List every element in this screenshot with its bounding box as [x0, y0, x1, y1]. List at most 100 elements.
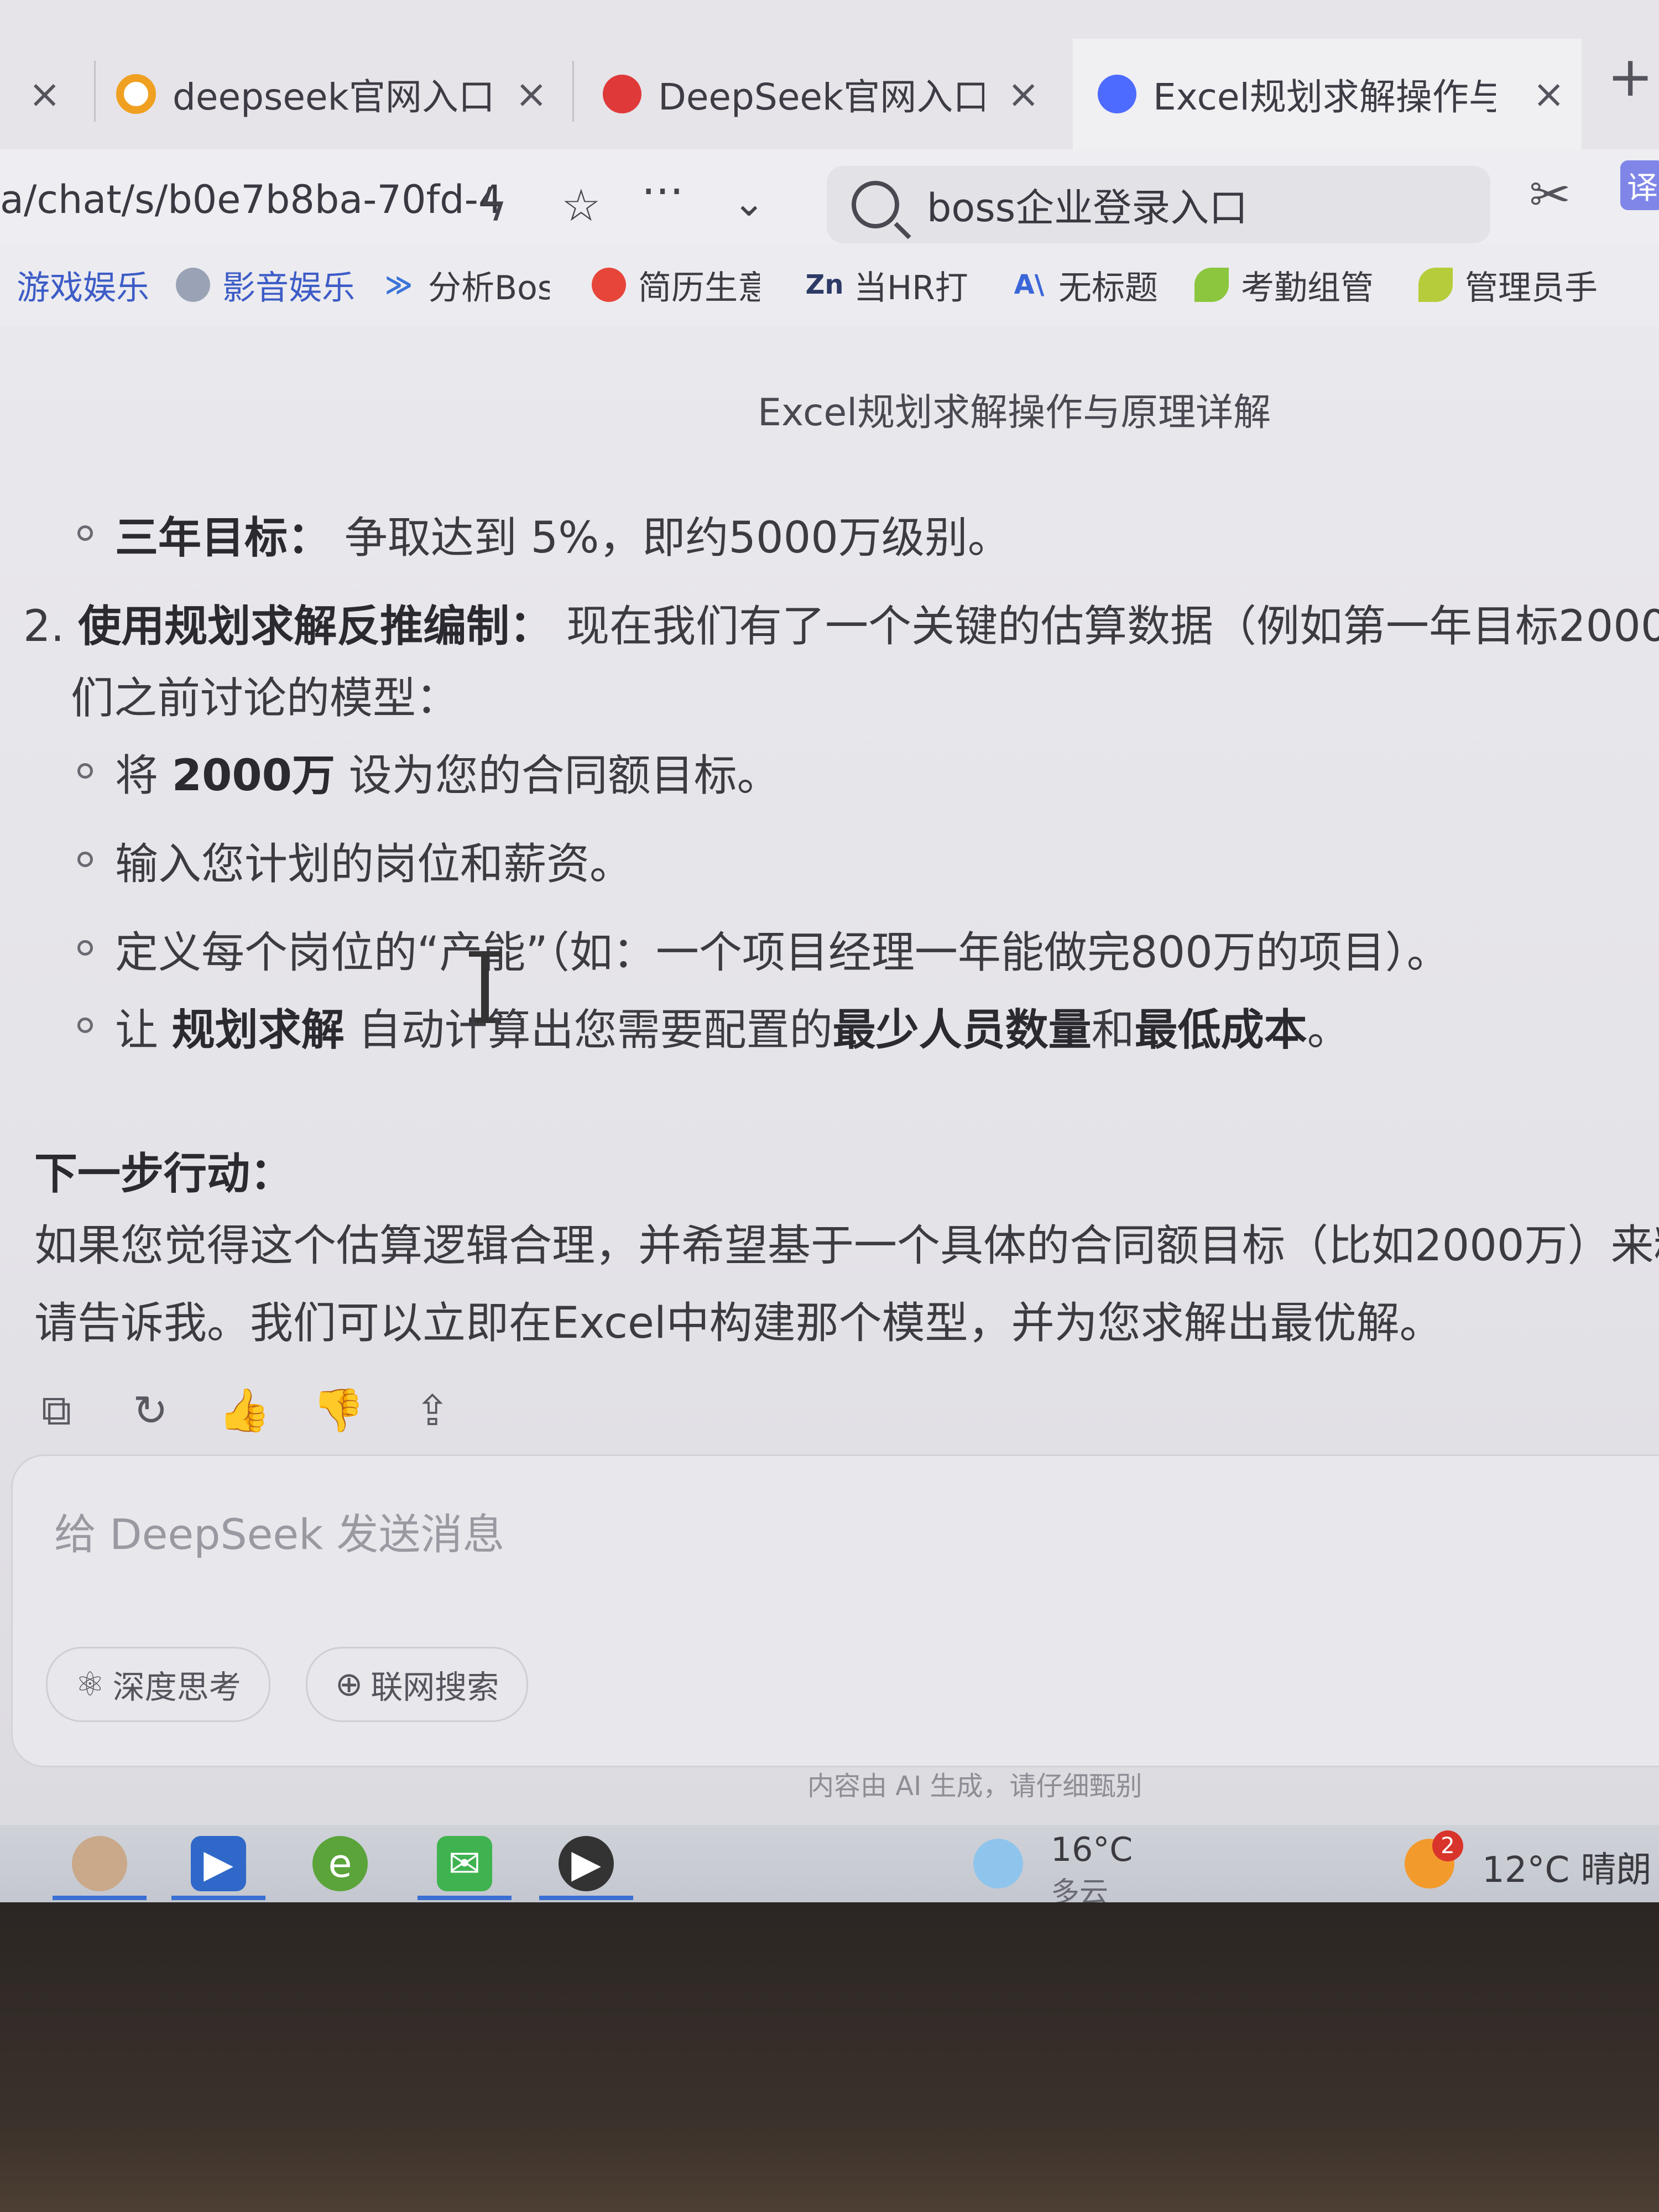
search-box[interactable]: boss企业登录入口 [827, 166, 1490, 243]
tab-title: Excel规划求解操作与 [1153, 76, 1496, 118]
bookmark-label: 分析Bos [428, 268, 550, 307]
bookmark-item[interactable]: 影音娱乐 [176, 254, 355, 315]
media-player-app-icon[interactable]: ▶ [191, 1836, 246, 1891]
more-icon[interactable]: ··· [641, 166, 684, 217]
bookmark-label: 管理员手 [1465, 268, 1598, 307]
heading-text: 下一步行动： [34, 1149, 294, 1199]
tab-excel-solver[interactable]: Excel规划求解操作与 × [1073, 39, 1582, 149]
chevrons-icon: ≫ [384, 269, 413, 300]
taskbar-active-indicator [539, 1896, 633, 1900]
chat-content: Excel规划求解操作与原理详解 三年目标： 争取达到 5%，即约5000万级别… [0, 326, 1659, 1830]
red-favicon-icon [603, 75, 641, 113]
tab-title: deepseek官网入口网 [173, 76, 493, 118]
tab-close-icon[interactable]: × [515, 71, 547, 117]
bullet-text: 和 [1091, 1005, 1135, 1055]
bullet-text: 将 [115, 751, 172, 801]
regenerate-icon[interactable]: ↻ [128, 1386, 173, 1435]
web-search-label: 联网搜索 [371, 1668, 499, 1706]
three-year-goal-line: 三年目标： 争取达到 5%，即约5000万级别。 [115, 503, 1011, 565]
share-icon[interactable]: ⇪ [410, 1386, 455, 1435]
bullet-bold: 最少人员数量 [832, 1005, 1092, 1055]
tab-close-icon[interactable]: × [1007, 71, 1040, 117]
video-player-app-icon[interactable]: ▶ [559, 1836, 614, 1891]
avatar-app-icon[interactable] [72, 1836, 127, 1891]
wechat-app-icon[interactable]: ✉ [437, 1836, 492, 1891]
globe-icon: ⊕ [335, 1665, 363, 1704]
bookmark-item[interactable]: 简历生意 [592, 254, 760, 315]
atom-icon: ⚛ [75, 1665, 105, 1704]
deep-think-button[interactable]: ⚛ 深度思考 [46, 1647, 270, 1722]
weather-temperature: 16°C [1051, 1830, 1133, 1869]
search-engine-favicon-icon [116, 74, 156, 114]
bullet-item: 让 规划求解 自动计算出您需要配置的最少人员数量和最低成本。 [115, 995, 1350, 1057]
notification-badge: 2 [1432, 1830, 1463, 1861]
search-icon [852, 181, 899, 228]
taskbar-active-indicator [171, 1896, 265, 1900]
deepseek-whale-icon [1098, 75, 1136, 113]
message-composer[interactable]: 给 DeepSeek 发送消息 ⚛ 深度思考 ⊕ 联网搜索 [11, 1454, 1659, 1767]
scissors-icon[interactable]: ✂ [1529, 166, 1571, 224]
leaf-icon [1418, 268, 1453, 302]
bookmark-item[interactable]: A\ 无标题 [1012, 254, 1158, 315]
bullet-item: 输入您计划的岗位和薪资。 [115, 839, 633, 889]
bullet-text: 让 [115, 1005, 172, 1055]
step2-text: 现在我们有了一个关键的估算数据（例如第一年目标2000万 [552, 602, 1659, 651]
tab-close-icon[interactable]: × [1532, 71, 1565, 117]
weibo-icon [592, 268, 626, 302]
bullet-circle [77, 852, 93, 867]
tab-deepseek-official[interactable]: DeepSeek官网入口网 × [603, 39, 1040, 149]
bullet-bold: 最低成本 [1134, 1005, 1307, 1055]
translate-icon[interactable]: 译 [1620, 160, 1659, 210]
weather-widget[interactable]: 16°C 多云 [1051, 1830, 1133, 1911]
taskbar: ▶ e ✉ ▶ 16°C 多云 2 12°C 晴朗 [0, 1825, 1659, 1910]
bullet-text: 。 [1307, 1005, 1350, 1055]
tab-separator [572, 61, 574, 122]
weather-summary: 12°C 晴朗 [1482, 1850, 1652, 1891]
step2-line: 2. 使用规划求解反推编制： 现在我们有了一个关键的估算数据（例如第一年目标20… [23, 592, 1659, 654]
tab-separator [94, 61, 96, 122]
monitor-bezel [0, 1902, 1659, 2212]
search-query: boss企业登录入口 [927, 185, 1248, 231]
bookmark-label: 当HR打 [854, 268, 968, 307]
ie-browser-app-icon[interactable]: e [312, 1836, 368, 1891]
bookmark-label: 简历生意 [638, 268, 760, 307]
deep-think-label: 深度思考 [112, 1668, 241, 1706]
chevron-down-icon[interactable]: ⌄ [733, 180, 765, 225]
tab-close-icon[interactable]: × [28, 71, 61, 117]
tab-title: DeepSeek官网入口网 [658, 76, 984, 118]
tab-partial[interactable]: × [0, 39, 72, 149]
bookmark-item[interactable]: 考勤组管 [1194, 254, 1374, 315]
bullet-circle [77, 940, 93, 956]
ai-disclaimer: 内容由 AI 生成，请仔细甄别 [807, 1771, 1142, 1802]
bullet-circle [77, 525, 93, 541]
url-field[interactable]: a/chat/s/b0e7b8ba-70fd-4 [0, 177, 503, 222]
three-year-text: 争取达到 5%，即约5000万级别。 [331, 513, 1011, 563]
lightning-icon[interactable]: ϟ [478, 180, 508, 231]
tab-bar: × deepseek官网入口网 × DeepSeek官网入口网 × Excel规… [0, 0, 1659, 150]
bullet-bold: 2000万 [171, 751, 335, 801]
copy-icon[interactable]: ⧉ [34, 1385, 79, 1434]
globe-icon [176, 268, 210, 302]
next-step-paragraph-2: 请告诉我。我们可以立即在Excel中构建那个模型，并为您求解出最优解。 [34, 1298, 1443, 1348]
bookmark-item[interactable]: 游戏娱乐 [0, 254, 149, 315]
bookmark-item[interactable]: ≫ 分析Bos [382, 254, 550, 315]
bookmarks-bar: 游戏娱乐 影音娱乐 ≫ 分析Bos 简历生意 Zn 当HR打 A\ 无标题 考勤… [0, 243, 1659, 328]
ai-logo-icon: A\ [1014, 269, 1045, 300]
star-icon[interactable]: ☆ [561, 180, 601, 231]
weather-widget-2[interactable]: 12°C 晴朗 [1482, 1841, 1651, 1892]
thumbs-down-icon[interactable]: 👎 [312, 1385, 365, 1434]
web-search-button[interactable]: ⊕ 联网搜索 [306, 1647, 529, 1722]
tab-deepseek-search[interactable]: deepseek官网入口网 × [116, 39, 547, 149]
new-tab-button[interactable]: + [1607, 44, 1653, 109]
thumbs-up-icon[interactable]: 👍 [218, 1385, 271, 1434]
bullet-item: 将 2000万 设为您的合同额目标。 [115, 741, 780, 803]
zn-logo-icon: Zn [805, 269, 844, 300]
bullet-text: 自动计算出您需要配置的 [344, 1005, 833, 1055]
bookmark-item[interactable]: 管理员手 [1418, 254, 1598, 315]
bookmark-item[interactable]: Zn 当HR打 [805, 254, 970, 315]
bookmark-label: 影音娱乐 [222, 268, 355, 307]
bullet-circle [77, 763, 93, 779]
bookmark-label: 考勤组管 [1241, 268, 1374, 307]
message-input[interactable]: 给 DeepSeek 发送消息 [54, 1500, 504, 1561]
bookmark-label: 无标题 [1058, 268, 1158, 307]
